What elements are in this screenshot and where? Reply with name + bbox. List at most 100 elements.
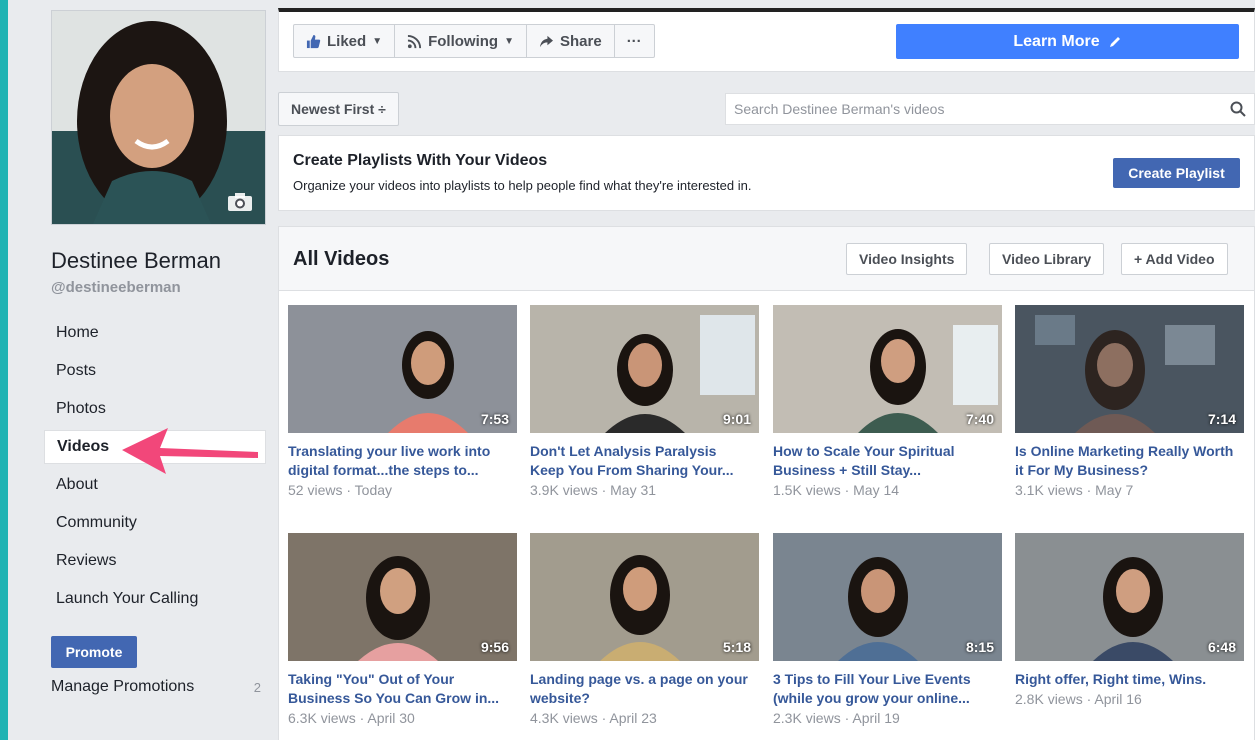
camera-icon[interactable] — [227, 192, 253, 212]
video-meta: 3.1K views · May 7 — [1015, 482, 1134, 498]
video-card[interactable]: 6:48 Right offer, Right time, Wins. 2.8K… — [1015, 533, 1244, 707]
pencil-icon[interactable] — [1108, 35, 1122, 49]
manage-promotions-count: 2 — [253, 680, 261, 695]
video-title-line: Business So You Can Grow in... — [288, 690, 500, 706]
share-label: Share — [559, 32, 602, 50]
video-title[interactable]: Is Online Marketing Really Worth it For … — [1015, 442, 1244, 480]
video-title-line: Taking "You" Out of Your — [288, 671, 455, 687]
liked-button[interactable]: Liked ▼ — [294, 25, 396, 57]
video-meta: 2.8K views · April 16 — [1015, 691, 1142, 707]
video-title-line: Right offer, Right time, Wins. — [1015, 671, 1207, 687]
video-card[interactable]: 8:15 3 Tips to Fill Your Live Events (wh… — [773, 533, 1002, 726]
video-title-line: Landing page vs. a page on your — [530, 671, 748, 687]
video-card[interactable]: 7:53 Translating your live work into dig… — [288, 305, 517, 498]
share-button[interactable]: Share — [527, 25, 615, 57]
video-title-line: How to Scale Your Spiritual — [773, 443, 955, 459]
video-meta: 52 views · Today — [288, 482, 393, 498]
video-insights-button[interactable]: Video Insights — [846, 243, 968, 275]
video-thumbnail[interactable]: 7:40 — [773, 305, 1002, 433]
video-duration: 9:01 — [722, 411, 751, 427]
page-action-buttons: Liked ▼ Following ▼ Share ··· — [293, 24, 655, 58]
video-title[interactable]: How to Scale Your Spiritual Business + S… — [773, 442, 1002, 480]
video-duration: 9:56 — [480, 639, 509, 655]
video-card[interactable]: 7:14 Is Online Marketing Really Worth it… — [1015, 305, 1244, 498]
promote-button[interactable]: Promote — [51, 636, 137, 668]
add-video-button[interactable]: + Add Video — [1121, 243, 1228, 275]
chevron-down-icon: ▼ — [504, 35, 514, 47]
video-title-line: Is Online Marketing Really Worth — [1015, 443, 1234, 459]
video-card[interactable]: 7:40 How to Scale Your Spiritual Busines… — [773, 305, 1002, 498]
profile-picture[interactable] — [51, 10, 266, 225]
page-handle[interactable]: @destineeberman — [51, 279, 181, 296]
video-title[interactable]: Right offer, Right time, Wins. — [1015, 670, 1244, 689]
page-name[interactable]: Destinee Berman — [51, 248, 221, 274]
video-title[interactable]: Taking "You" Out of Your Business So You… — [288, 670, 517, 708]
video-duration: 7:40 — [965, 411, 994, 427]
video-search-input[interactable]: Search Destinee Berman's videos — [725, 93, 1255, 125]
video-card[interactable]: 9:01 Don't Let Analysis Paralysis Keep Y… — [530, 305, 759, 498]
video-title-line: 3 Tips to Fill Your Live Events — [773, 671, 971, 687]
video-title-line: Keep You From Sharing Your... — [530, 462, 734, 478]
video-meta: 1.5K views · May 14 — [773, 482, 900, 498]
video-card[interactable]: 5:18 Landing page vs. a page on your web… — [530, 533, 759, 726]
video-title-line: Don't Let Analysis Paralysis — [530, 443, 717, 459]
nav-item-launch-your-calling[interactable]: Launch Your Calling — [44, 580, 266, 618]
video-card[interactable]: 9:56 Taking "You" Out of Your Business S… — [288, 533, 517, 726]
manage-promotions[interactable]: Manage Promotions 2 — [51, 678, 261, 696]
chevron-down-icon: ▼ — [372, 35, 383, 47]
more-icon: ··· — [626, 32, 642, 50]
video-thumbnail[interactable]: 8:15 — [773, 533, 1002, 661]
video-title-line: digital format...the steps to... — [288, 462, 479, 478]
playlist-promo-card: Create Playlists With Your Videos Organi… — [278, 135, 1255, 211]
video-meta: 4.3K views · April 23 — [530, 710, 657, 726]
nav-item-posts[interactable]: Posts — [44, 352, 266, 390]
learn-more-button[interactable]: Learn More — [896, 24, 1239, 59]
video-thumbnail[interactable]: 5:18 — [530, 533, 759, 661]
video-duration: 6:48 — [1207, 639, 1236, 655]
video-thumbnail[interactable]: 7:53 — [288, 305, 517, 433]
liked-label: Liked — [327, 32, 367, 50]
manage-promotions-label: Manage Promotions — [51, 678, 195, 695]
video-title[interactable]: Translating your live work into digital … — [288, 442, 517, 480]
video-title-line: (while you grow your online... — [773, 690, 970, 706]
all-videos-card: All Videos Video Insights Video Library … — [278, 226, 1255, 740]
search-icon[interactable] — [1230, 101, 1246, 117]
more-options-button[interactable]: ··· — [615, 25, 654, 57]
video-thumbnail[interactable]: 9:56 — [288, 533, 517, 661]
following-button[interactable]: Following ▼ — [395, 25, 527, 57]
nav-item-reviews[interactable]: Reviews — [44, 542, 266, 580]
video-thumbnail[interactable]: 7:14 — [1015, 305, 1244, 433]
video-library-button[interactable]: Video Library — [989, 243, 1105, 275]
video-meta: 2.3K views · April 19 — [773, 710, 900, 726]
video-title-line: Business + Still Stay... — [773, 462, 921, 478]
video-thumbnail[interactable]: 9:01 — [530, 305, 759, 433]
left-column: Destinee Berman @destineeberman Home Pos… — [8, 0, 278, 740]
video-title[interactable]: Don't Let Analysis Paralysis Keep You Fr… — [530, 442, 759, 480]
video-title[interactable]: Landing page vs. a page on your website? — [530, 670, 759, 708]
video-meta: 6.3K views · April 30 — [288, 710, 415, 726]
create-playlist-button[interactable]: Create Playlist — [1113, 158, 1240, 188]
all-videos-header: All Videos Video Insights Video Library … — [279, 227, 1254, 291]
rss-icon — [407, 34, 422, 48]
thumbs-up-icon — [306, 34, 321, 48]
video-thumbnail[interactable]: 6:48 — [1015, 533, 1244, 661]
video-duration: 8:15 — [965, 639, 994, 655]
sort-dropdown[interactable]: Newest First ÷ — [278, 92, 399, 126]
video-title-line: it For My Business? — [1015, 462, 1149, 478]
video-duration: 7:14 — [1207, 411, 1236, 427]
nav-item-community[interactable]: Community — [44, 504, 266, 542]
video-title-line: website? — [530, 690, 590, 706]
share-arrow-icon — [539, 35, 553, 47]
playlist-promo-description: Organize your videos into playlists to h… — [293, 178, 752, 193]
nav-item-home[interactable]: Home — [44, 314, 266, 352]
all-videos-title: All Videos — [293, 248, 390, 270]
video-title-line: Translating your live work into — [288, 443, 491, 459]
pointer-arrow-icon — [122, 428, 258, 474]
playlist-promo-title: Create Playlists With Your Videos — [293, 152, 548, 169]
page-action-bar: Liked ▼ Following ▼ Share ··· Learn More — [278, 8, 1255, 72]
page-frame: Destinee Berman @destineeberman Home Pos… — [8, 0, 1255, 740]
video-duration: 7:53 — [480, 411, 509, 427]
video-title[interactable]: 3 Tips to Fill Your Live Events (while y… — [773, 670, 1002, 708]
video-meta: 3.9K views · May 31 — [530, 482, 657, 498]
following-label: Following — [428, 32, 499, 50]
